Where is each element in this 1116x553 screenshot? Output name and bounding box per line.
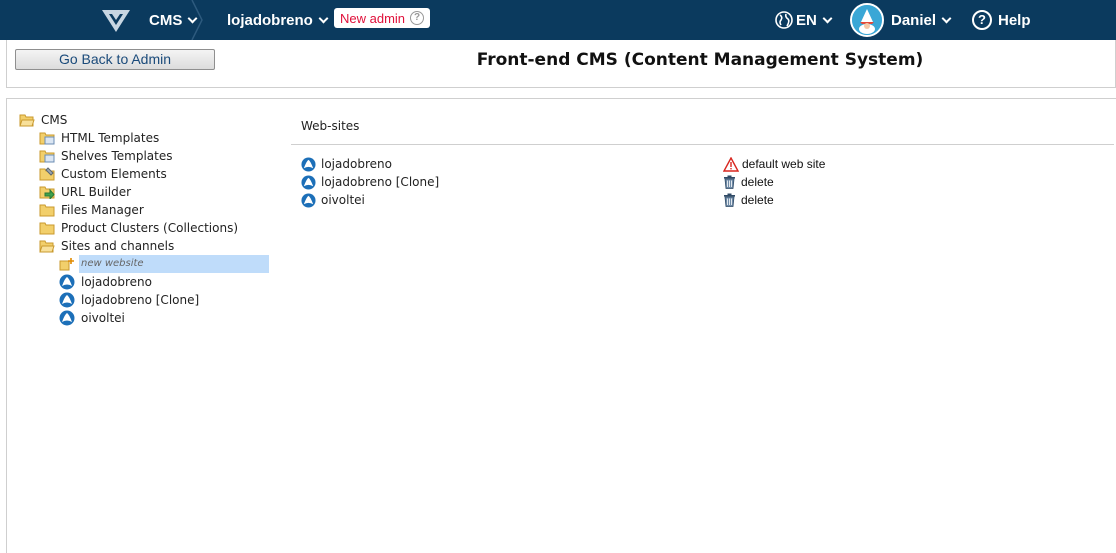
website-globe-icon [301,192,316,208]
default-web-site-indicator: default web site [723,155,825,173]
tree-item-custom-elements[interactable]: Custom Elements [39,165,167,183]
website-name[interactable]: oivoltei [321,193,365,207]
globe-icon [775,11,793,29]
custom-elements-icon [39,167,55,181]
tree-item-product-clusters[interactable]: Product Clusters (Collections) [39,219,238,237]
website-name[interactable]: lojadobreno [Clone] [321,175,439,189]
action-label: delete [741,193,774,207]
delete-button[interactable]: delete [723,191,774,209]
tree-item-cms[interactable]: CMS [19,111,67,129]
website-globe-icon [59,274,75,290]
tree-item-label: oivoltei [81,311,125,325]
chevron-down-icon [318,13,329,23]
delete-button[interactable]: delete [723,173,774,191]
question-icon: ? [410,11,425,25]
section-divider [291,144,1114,145]
tree-item-html-templates[interactable]: HTML Templates [39,129,159,147]
action-label: delete [741,175,774,189]
chevron-down-icon [822,13,833,23]
tree-item-site-3[interactable]: oivoltei [59,309,125,327]
top-navigation-bar: CMS lojadobreno New admin ? EN Daniel ? … [0,0,1116,40]
websites-panel [281,98,1116,553]
action-label: default web site [742,157,826,171]
tree-item-new-website[interactable]: new website [59,255,269,273]
vtex-logo-icon[interactable] [100,8,132,34]
language-selector[interactable]: EN [775,0,833,40]
help-link[interactable]: ? Help [972,0,1031,40]
tree-item-label: CMS [41,113,68,127]
tree-item-site-2[interactable]: lojadobreno [Clone] [59,291,199,309]
folder-open-icon [39,240,55,253]
user-menu[interactable]: Daniel [891,0,952,40]
url-builder-icon [39,186,55,199]
trash-icon [724,175,735,189]
website-globe-icon [59,310,75,326]
tree-item-label: Sites and channels [61,239,175,253]
website-globe-icon [59,292,75,308]
wizard-avatar-icon [852,5,882,35]
help-icon: ? [972,10,992,30]
trash-icon [724,193,735,207]
website-globe-icon [301,174,316,190]
website-name[interactable]: lojadobreno [321,157,392,171]
cms-menu-label: CMS [149,11,183,29]
shelves-templates-icon [39,150,55,163]
website-globe-icon [301,156,316,172]
tree-item-label: Custom Elements [61,167,167,181]
tree-item-label: lojadobreno [Clone] [81,293,200,307]
help-label: Help [998,11,1031,29]
tree-item-shelves-templates[interactable]: Shelves Templates [39,147,173,165]
tree-item-label: Files Manager [61,203,144,217]
html-templates-icon [39,132,55,145]
user-avatar[interactable] [850,3,884,37]
new-admin-button[interactable]: New admin ? [334,8,431,28]
tree-item-label: Product Clusters (Collections) [61,221,239,235]
new-website-icon [59,258,74,271]
folder-icon [39,204,55,217]
tree-item-label: HTML Templates [61,131,160,145]
tree-item-label: URL Builder [61,185,132,199]
tree-item-label: Shelves Templates [61,149,173,163]
tree-item-files-manager[interactable]: Files Manager [39,201,144,219]
website-row[interactable]: lojadobreno [301,155,392,173]
website-row[interactable]: lojadobreno [Clone] [301,173,439,191]
tree-item-site-1[interactable]: lojadobreno [59,273,152,291]
section-title: Web-sites [301,119,360,133]
breadcrumb-separator-icon [191,0,203,40]
language-label: EN [796,11,817,29]
website-row[interactable]: oivoltei [301,191,365,209]
new-admin-label: New admin [340,10,406,26]
folder-open-icon [19,114,35,127]
page-title: Front-end CMS (Content Management System… [476,50,924,70]
new-website-label: new website [79,255,269,273]
go-back-to-admin-button[interactable]: Go Back to Admin [15,49,215,70]
store-menu-label: lojadobreno [227,11,313,29]
user-name: Daniel [891,11,937,29]
folder-icon [39,222,55,235]
warning-icon [723,156,739,172]
tree-item-url-builder[interactable]: URL Builder [39,183,131,201]
tree-item-label: lojadobreno [81,275,152,289]
tree-item-sites-and-channels[interactable]: Sites and channels [39,237,174,255]
chevron-down-icon [941,13,952,23]
store-menu[interactable]: lojadobreno [227,0,329,40]
